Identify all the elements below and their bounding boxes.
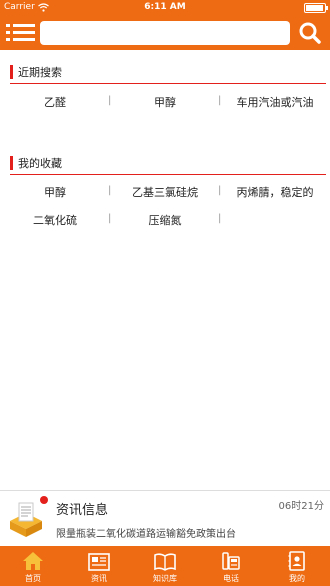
menu-icon[interactable]	[6, 20, 36, 46]
news-panel[interactable]: 资讯信息 06时21分 限量瓶装二氧化碳道路运输豁免政策出台	[0, 490, 330, 546]
unread-dot	[40, 496, 48, 504]
section-divider	[10, 174, 326, 175]
news-time: 06时21分	[278, 501, 324, 512]
search-icon	[299, 22, 321, 44]
tab-label: 资讯	[91, 574, 107, 583]
favorite-item[interactable]: 甲醇	[0, 184, 110, 200]
recent-search-title: 近期搜索	[18, 66, 62, 79]
tab-label: 知识库	[153, 574, 177, 583]
book-icon	[154, 553, 176, 571]
phone-icon	[222, 552, 240, 570]
favorites-title: 我的收藏	[18, 157, 62, 170]
tab-bar: 首页 资讯 知识库 电话 我的	[0, 546, 330, 586]
favorite-item[interactable]: 乙基三氯硅烷	[110, 184, 220, 200]
tab-mine[interactable]: 我的	[264, 546, 330, 586]
newspaper-icon	[88, 553, 110, 571]
news-icon	[10, 502, 42, 537]
recent-search-item[interactable]: 乙醛	[0, 94, 110, 110]
contacts-icon	[288, 551, 305, 571]
favorite-item[interactable]: 二氧化硫	[0, 212, 110, 228]
news-title: 资讯信息	[56, 503, 109, 518]
tab-knowledge[interactable]: 知识库	[132, 546, 198, 586]
status-bar: Carrier 6:11 AM	[0, 0, 330, 16]
recent-search-header: 近期搜索	[10, 64, 62, 80]
battery-icon	[304, 3, 328, 13]
nav-bar	[0, 16, 330, 50]
tab-phone[interactable]: 电话	[198, 546, 264, 586]
favorite-item[interactable]: 丙烯腈，稳定的	[220, 184, 330, 200]
favorite-item[interactable]: 压缩氮	[110, 212, 220, 228]
separator: |	[218, 213, 222, 224]
clock: 6:11 AM	[144, 2, 186, 12]
home-icon	[23, 552, 43, 570]
tab-news[interactable]: 资讯	[66, 546, 132, 586]
recent-search-item[interactable]: 甲醇	[110, 94, 220, 110]
tab-label: 我的	[289, 574, 305, 583]
search-button[interactable]	[296, 20, 324, 46]
favorites-header: 我的收藏	[10, 155, 62, 171]
tab-label: 电话	[223, 574, 239, 583]
news-headline[interactable]: 限量瓶装二氧化碳道路运输豁免政策出台	[56, 525, 236, 540]
section-accent	[10, 65, 13, 79]
section-accent	[10, 156, 13, 170]
search-input[interactable]	[40, 21, 290, 45]
tab-label: 首页	[25, 574, 41, 583]
tab-home[interactable]: 首页	[0, 546, 66, 586]
section-divider	[10, 83, 326, 84]
recent-search-item[interactable]: 车用汽油或汽油	[220, 94, 330, 110]
